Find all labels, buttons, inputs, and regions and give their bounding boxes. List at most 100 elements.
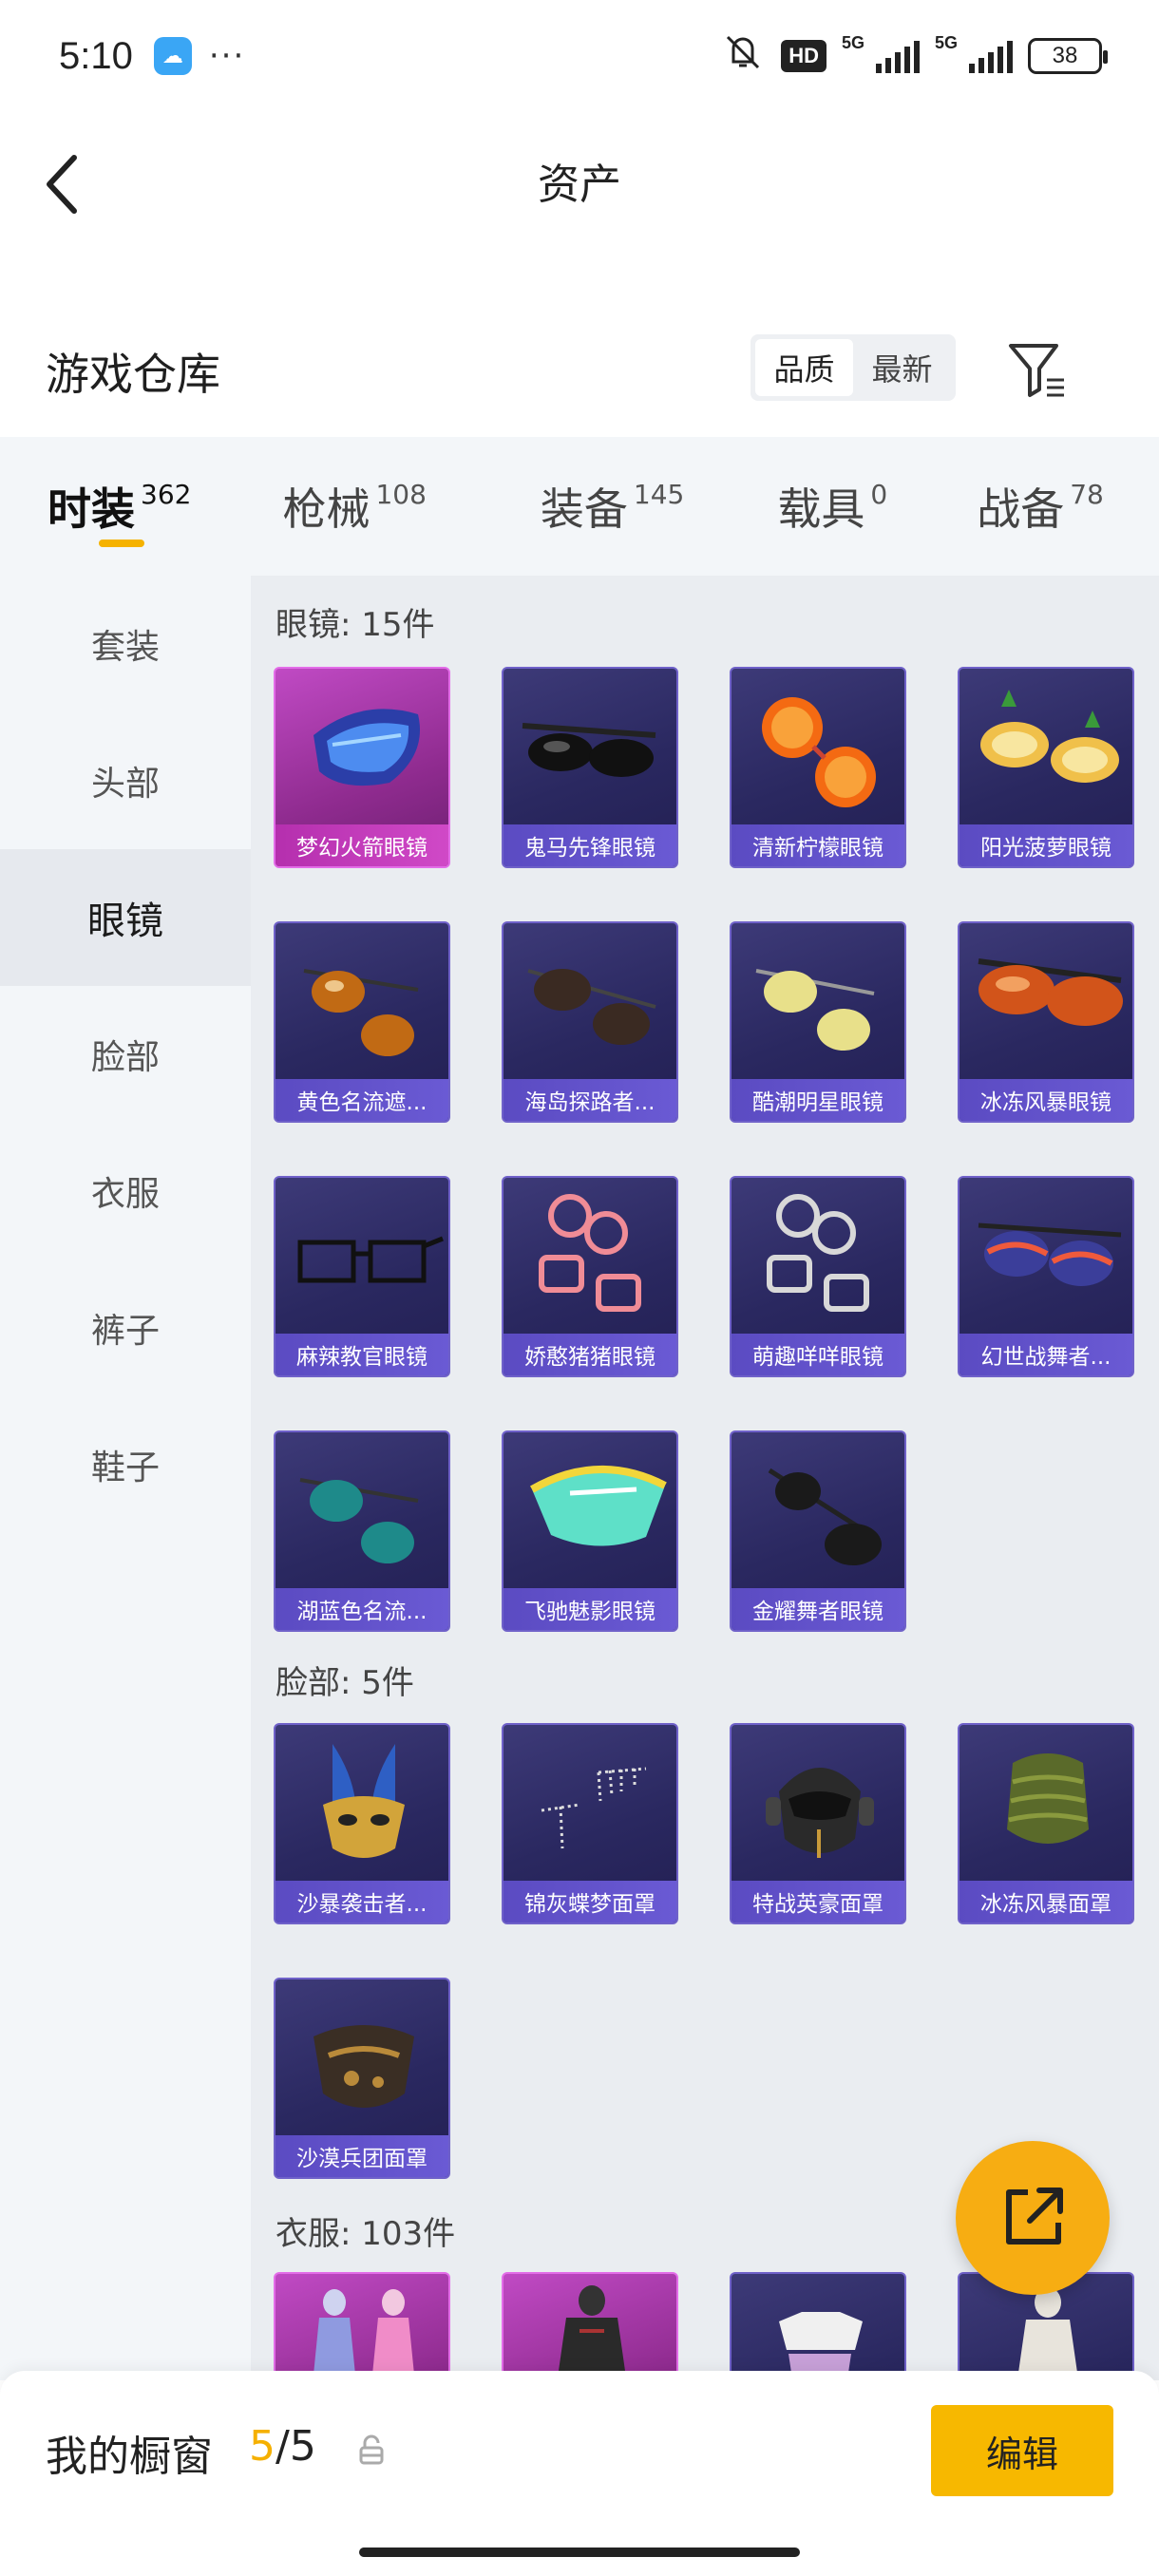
item-card[interactable] (502, 2272, 678, 2380)
item-card[interactable]: 鬼马先锋眼镜 (502, 667, 678, 868)
battery-indicator: 38 (1028, 38, 1108, 74)
sort-by-quality[interactable]: 品质 (755, 339, 853, 396)
item-image (504, 2274, 676, 2380)
item-card[interactable]: 金耀舞者眼镜 (730, 1430, 906, 1632)
app-header: 资产 (0, 112, 1159, 245)
item-image (732, 669, 904, 830)
showcase-count: 5/5 (249, 2422, 316, 2471)
more-notifications-icon: ··· (208, 37, 246, 75)
item-card[interactable]: 幻世战舞者... (958, 1176, 1134, 1377)
item-name: 沙暴袭击者... (276, 1881, 448, 1923)
item-name: 清新柠檬眼镜 (732, 824, 904, 866)
item-card[interactable]: 麻辣教官眼镜 (274, 1176, 450, 1377)
item-name: 金耀舞者眼镜 (732, 1588, 904, 1630)
item-name: 冰冻风暴面罩 (960, 1881, 1132, 1923)
network-type: 5G (841, 33, 864, 52)
item-image (732, 923, 904, 1085)
item-name: 鬼马先锋眼镜 (504, 824, 676, 866)
tab-label: 载具 (777, 483, 865, 535)
item-image (276, 923, 448, 1085)
item-name: 沙漠兵团面罩 (276, 2135, 448, 2177)
group-title-face: 脸部: 5件 (276, 1664, 414, 1702)
item-image (732, 1178, 904, 1339)
item-image (504, 1432, 676, 1594)
item-name: 冰冻风暴眼镜 (960, 1079, 1132, 1121)
sort-toggle: 品质 最新 (750, 334, 956, 401)
tab-label: 装备 (540, 483, 628, 535)
item-image (960, 923, 1132, 1085)
share-button[interactable] (956, 2141, 1110, 2295)
item-card[interactable]: 湖蓝色名流... (274, 1430, 450, 1632)
nav-item-clothes[interactable]: 衣服 (0, 1123, 251, 1260)
item-image (504, 1178, 676, 1339)
item-image (276, 1979, 448, 2141)
item-card[interactable]: 清新柠檬眼镜 (730, 667, 906, 868)
nav-item-pants[interactable]: 裤子 (0, 1260, 251, 1396)
nav-item-head[interactable]: 头部 (0, 712, 251, 849)
item-card[interactable]: 飞驰魅影眼镜 (502, 1430, 678, 1632)
item-card[interactable]: 特战英豪面罩 (730, 1723, 906, 1924)
item-image (960, 1725, 1132, 1886)
item-name: 麻辣教官眼镜 (276, 1334, 448, 1375)
item-image (276, 1432, 448, 1594)
edit-button[interactable]: 编辑 (931, 2405, 1113, 2496)
tab-fashion[interactable]: 时装 362 (48, 437, 192, 547)
item-name: 梦幻火箭眼镜 (276, 824, 448, 866)
item-card[interactable]: 黄色名流遮... (274, 921, 450, 1123)
item-name: 特战英豪面罩 (732, 1881, 904, 1923)
group-title-glasses: 眼镜: 15件 (276, 606, 435, 644)
item-card[interactable] (730, 2272, 906, 2380)
nav-item-outfit[interactable]: 套装 (0, 576, 251, 712)
item-card[interactable]: 酷潮明星眼镜 (730, 921, 906, 1123)
tab-equipment[interactable]: 装备 145 (541, 437, 684, 538)
item-image (276, 2274, 448, 2380)
item-card[interactable]: 沙暴袭击者... (274, 1723, 450, 1924)
item-image (504, 923, 676, 1085)
filter-icon[interactable] (1005, 338, 1068, 401)
nav-item-face[interactable]: 脸部 (0, 986, 251, 1123)
tab-count: 362 (141, 479, 192, 510)
tab-count: 78 (1070, 479, 1104, 510)
tab-label: 时装 (48, 483, 135, 535)
tab-guns[interactable]: 枪械 108 (282, 437, 426, 538)
item-image (276, 1725, 448, 1886)
item-image (960, 1178, 1132, 1339)
item-image (732, 1432, 904, 1594)
item-card[interactable] (274, 2272, 450, 2380)
sort-by-newest[interactable]: 最新 (853, 339, 951, 396)
hd-badge: HD (781, 40, 826, 72)
tab-count: 0 (870, 479, 888, 510)
tab-count: 108 (375, 479, 427, 510)
item-card[interactable]: 萌趣咩咩眼镜 (730, 1176, 906, 1377)
home-indicator[interactable] (359, 2548, 800, 2557)
item-card[interactable]: 冰冻风暴面罩 (958, 1723, 1134, 1924)
item-name: 娇憨猪猪眼镜 (504, 1334, 676, 1375)
item-card[interactable]: 冰冻风暴眼镜 (958, 921, 1134, 1123)
tab-label: 枪械 (282, 483, 370, 535)
item-card[interactable]: 锦灰蝶梦面罩 (502, 1723, 678, 1924)
item-card[interactable]: 娇憨猪猪眼镜 (502, 1176, 678, 1377)
showcase-bar: 我的橱窗 5/5 编辑 (0, 2371, 1159, 2576)
item-name: 酷潮明星眼镜 (732, 1079, 904, 1121)
status-bar: 5:10 ☁ ··· HD 5G 5G 38 (0, 0, 1159, 112)
tab-supplies[interactable]: 战备 78 (977, 437, 1104, 538)
item-card[interactable]: 海岛探路者... (502, 921, 678, 1123)
tab-vehicles[interactable]: 载具 0 (777, 437, 887, 538)
signal-icon-2 (969, 39, 1013, 73)
network-type-2: 5G (934, 33, 958, 52)
nav-item-shoes[interactable]: 鞋子 (0, 1396, 251, 1533)
item-card[interactable]: 沙漠兵团面罩 (274, 1978, 450, 2179)
item-name: 阳光菠萝眼镜 (960, 824, 1132, 866)
item-name: 黄色名流遮... (276, 1079, 448, 1121)
share-icon (1006, 2188, 1063, 2245)
category-tabs: 时装 362 枪械 108 装备 145 载具 0 战备 78 (0, 437, 1159, 576)
item-card[interactable]: 阳光菠萝眼镜 (958, 667, 1134, 868)
page-title: 资产 (538, 161, 621, 209)
tab-label: 战备 (977, 483, 1065, 535)
item-card[interactable]: 梦幻火箭眼镜 (274, 667, 450, 868)
item-image (960, 669, 1132, 830)
item-image (276, 1178, 448, 1339)
cloud-icon: ☁ (153, 37, 192, 75)
nav-item-glasses[interactable]: 眼镜 (0, 849, 251, 986)
item-name: 湖蓝色名流... (276, 1588, 448, 1630)
